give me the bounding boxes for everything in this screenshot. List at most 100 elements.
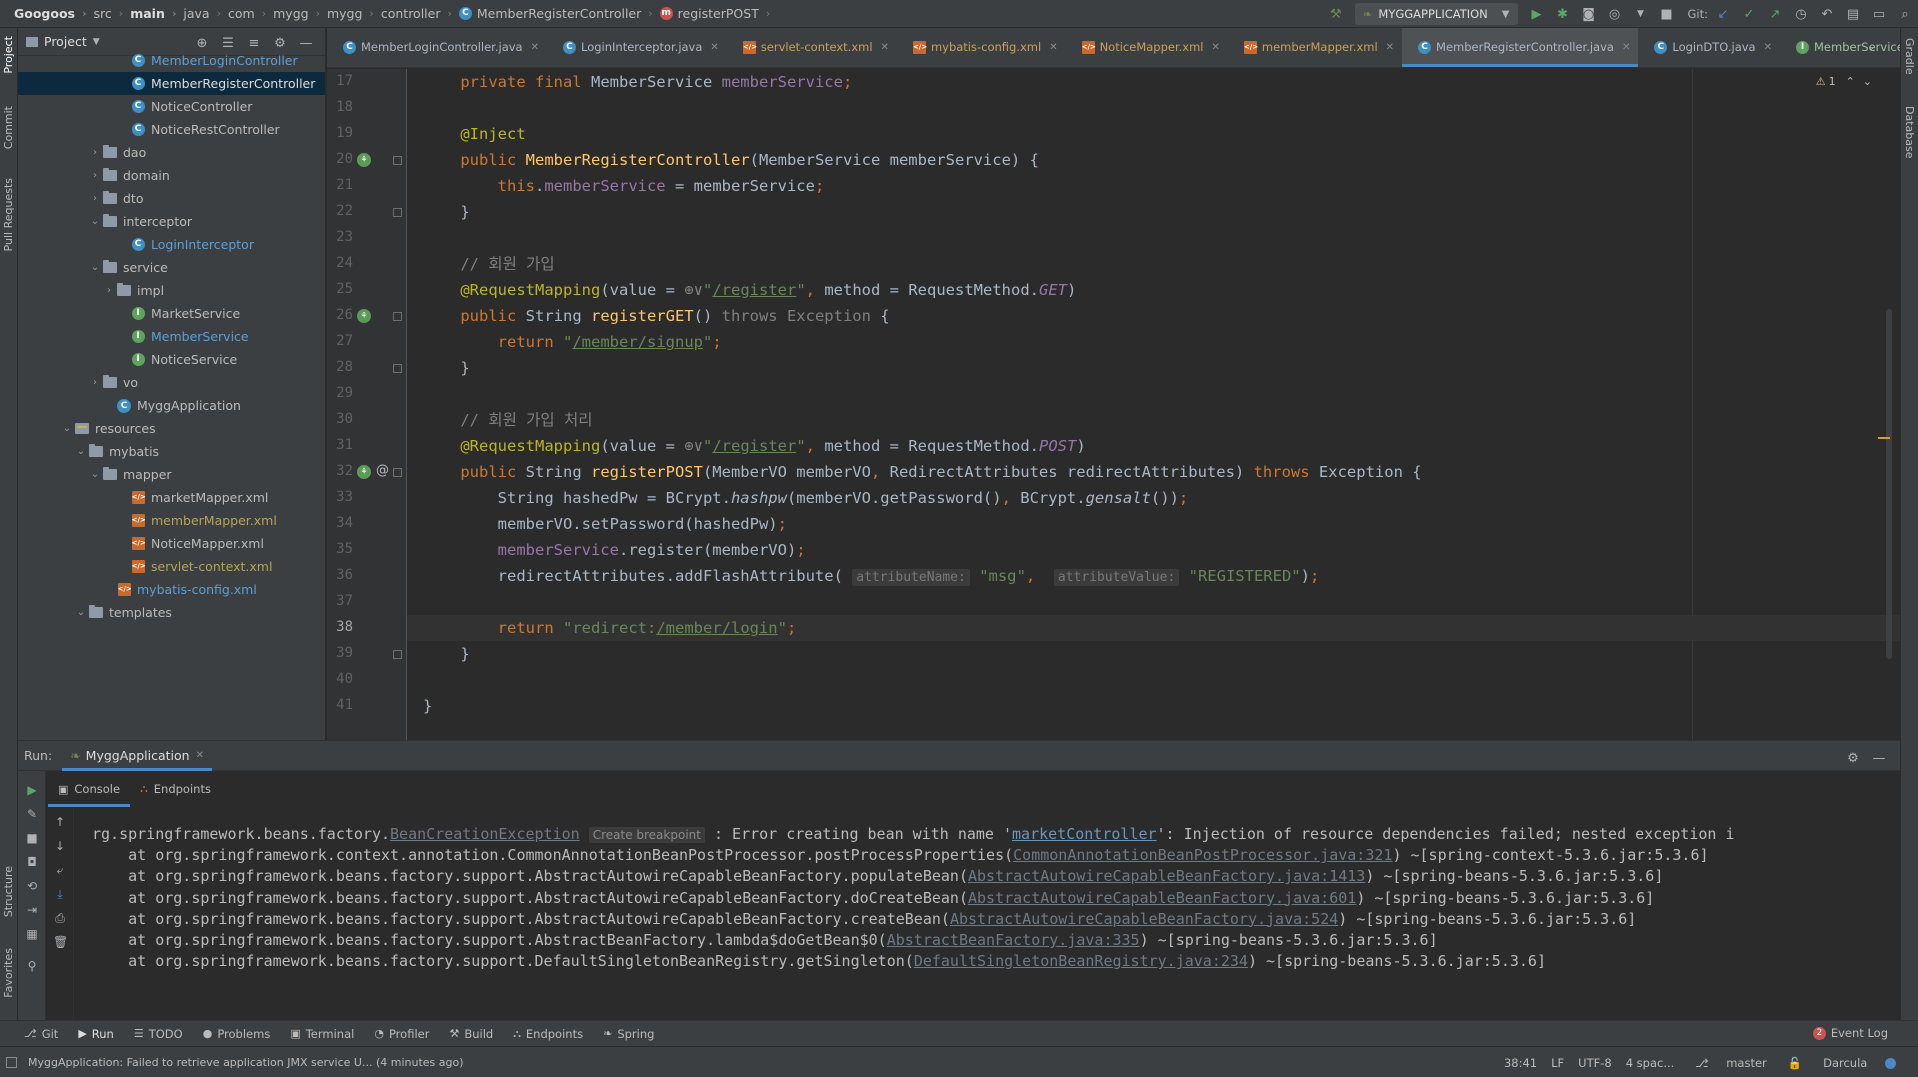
close-icon[interactable]: ✕ bbox=[710, 42, 718, 53]
profile-icon[interactable]: ◎ bbox=[1604, 3, 1626, 25]
code-line[interactable]: } bbox=[407, 355, 1900, 381]
stop-icon[interactable]: ■ bbox=[1656, 3, 1678, 25]
fold-toggle-icon[interactable] bbox=[393, 156, 402, 165]
tree-item[interactable]: I MarketService bbox=[18, 302, 325, 325]
breadcrumb-item[interactable]: main › bbox=[130, 6, 183, 21]
console-output[interactable]: rg.springframework.beans.factory.BeanCre… bbox=[74, 807, 1900, 1031]
spring-bean-icon[interactable]: ⚘ bbox=[357, 309, 371, 323]
debug-icon[interactable]: ✱ bbox=[1552, 3, 1574, 25]
tree-item[interactable]: C MyggApplication bbox=[18, 394, 325, 417]
tree-item[interactable]: › vo bbox=[18, 371, 325, 394]
wrench-icon[interactable]: ✎ bbox=[25, 807, 39, 821]
code-line[interactable]: return "/member/signup"; bbox=[407, 329, 1900, 355]
history-icon[interactable]: ◷ bbox=[1790, 3, 1812, 25]
breadcrumb-item[interactable]: mygg › bbox=[273, 6, 327, 21]
code-line[interactable]: // 회원 가입 처리 bbox=[407, 407, 1900, 433]
structure-tool-tab[interactable]: Structure bbox=[2, 866, 15, 917]
status-message[interactable]: MyggApplication: Failed to retrieve appl… bbox=[28, 1056, 464, 1069]
close-icon[interactable]: ✕ bbox=[1386, 42, 1394, 53]
trash-icon[interactable]: 🗑 bbox=[53, 935, 68, 949]
breadcrumb-item[interactable]: Googoos › bbox=[14, 6, 94, 21]
code-line[interactable]: public String registerPOST(MemberVO memb… bbox=[407, 459, 1900, 485]
gradle-tool-tab[interactable]: Gradle bbox=[1903, 38, 1916, 75]
git-push-icon[interactable]: ↗ bbox=[1764, 3, 1786, 25]
breadcrumb-item[interactable]: controller › bbox=[381, 6, 459, 21]
tree-item[interactable]: </> NoticeMapper.xml bbox=[18, 532, 325, 555]
close-icon[interactable]: ✕ bbox=[1622, 42, 1630, 53]
event-log-button[interactable]: 2 Event Log bbox=[1812, 1026, 1888, 1040]
tree-item[interactable]: </> marketMapper.xml bbox=[18, 486, 325, 509]
code-line[interactable]: @RequestMapping(value = ⊕∨"/register", m… bbox=[407, 277, 1900, 303]
tool-window-git[interactable]: ⎇ Git bbox=[24, 1027, 58, 1041]
editor-tab[interactable]: </> mybatis-config.xml ✕ bbox=[897, 28, 1066, 67]
git-commit-icon[interactable]: ✓ bbox=[1738, 3, 1760, 25]
code-line[interactable] bbox=[407, 667, 1900, 693]
code-line[interactable]: } bbox=[407, 641, 1900, 667]
code-line[interactable]: // 회원 가입 bbox=[407, 251, 1900, 277]
pin-icon[interactable]: ⚲ bbox=[25, 959, 39, 973]
chevron-down-icon[interactable]: ⌄ bbox=[74, 446, 88, 457]
tree-item[interactable]: C MemberRegisterController bbox=[18, 72, 325, 95]
breadcrumb-item[interactable]: mygg › bbox=[327, 6, 381, 21]
breadcrumb-item[interactable]: java › bbox=[183, 6, 228, 21]
code-line[interactable]: memberVO.setPassword(hashedPw); bbox=[407, 511, 1900, 537]
print-icon[interactable]: ⎙ bbox=[53, 911, 67, 925]
code-line[interactable] bbox=[407, 381, 1900, 407]
editor-tab[interactable]: IMemberService.java✕ bbox=[1780, 28, 1900, 67]
editor-tab[interactable]: C MemberLoginController.java ✕ bbox=[327, 28, 547, 67]
chevron-right-icon[interactable]: › bbox=[88, 377, 102, 388]
scroll-down-icon[interactable]: ↓ bbox=[53, 839, 67, 853]
inspection-widget[interactable]: ⚠ 1 ⌃ ⌄ bbox=[1816, 75, 1872, 88]
chevron-down-icon[interactable]: ⌄ bbox=[88, 262, 102, 273]
hide-panel-icon[interactable]: — bbox=[1868, 747, 1890, 769]
code-line[interactable]: } bbox=[407, 199, 1900, 225]
close-icon[interactable]: ✕ bbox=[1049, 42, 1057, 53]
tree-item[interactable]: C NoticeRestController bbox=[18, 118, 325, 141]
tree-item[interactable]: I MemberService bbox=[18, 325, 325, 348]
more-run-options-icon[interactable]: ▼ bbox=[1630, 3, 1652, 25]
editor-tab[interactable]: </> servlet-context.xml ✕ bbox=[727, 28, 897, 67]
favorites-tool-tab[interactable]: Favorites bbox=[2, 948, 15, 998]
project-panel-title[interactable]: Project bbox=[44, 34, 87, 49]
database-tool-tab[interactable]: Database bbox=[1903, 106, 1916, 159]
tree-item[interactable]: C LoginInterceptor bbox=[18, 233, 325, 256]
editor-tab[interactable]: </> memberMapper.xml ✕ bbox=[1228, 28, 1402, 67]
tree-item[interactable]: › dto bbox=[18, 187, 325, 210]
code-line[interactable] bbox=[407, 225, 1900, 251]
tool-window-run[interactable]: ▶ Run bbox=[78, 1027, 114, 1041]
tree-item[interactable]: ⌄ templates bbox=[18, 601, 325, 624]
fold-toggle-icon[interactable] bbox=[393, 468, 402, 477]
soft-wrap-icon[interactable]: ⤶ bbox=[53, 863, 67, 877]
tree-item[interactable]: ⌄ resources bbox=[18, 417, 325, 440]
chevron-right-icon[interactable]: › bbox=[88, 170, 102, 181]
tree-item[interactable]: C MemberLoginController bbox=[18, 49, 325, 72]
code-line[interactable]: return "redirect:/member/login"; bbox=[407, 615, 1900, 641]
rerun-icon[interactable]: ▶ bbox=[25, 783, 39, 797]
spring-bean-icon[interactable]: ⚘ bbox=[357, 465, 371, 479]
tree-item[interactable]: ⌄ mybatis bbox=[18, 440, 325, 463]
show-hidden-tabs-icon[interactable]: ⌄ bbox=[1867, 40, 1876, 53]
gear-icon[interactable]: ⚙ bbox=[1842, 747, 1864, 769]
close-icon[interactable]: ✕ bbox=[1764, 42, 1772, 53]
tool-window-build[interactable]: ⚒ Build bbox=[449, 1027, 493, 1041]
tool-window-problems[interactable]: ● Problems bbox=[203, 1027, 271, 1041]
request-mapping-icon[interactable]: @ bbox=[376, 463, 389, 478]
close-icon[interactable]: ✕ bbox=[881, 42, 889, 53]
tree-item[interactable]: › impl bbox=[18, 279, 325, 302]
close-icon[interactable]: ✕ bbox=[1212, 42, 1220, 53]
tree-item[interactable]: </> mybatis-config.xml bbox=[18, 578, 325, 601]
fold-toggle-icon[interactable] bbox=[393, 364, 402, 373]
exit-icon[interactable]: ⇥ bbox=[25, 903, 39, 917]
project-structure-icon[interactable]: ▤ bbox=[1842, 3, 1864, 25]
code-line[interactable]: this.memberService = memberService; bbox=[407, 173, 1900, 199]
indent-setting[interactable]: 4 spac... bbox=[1626, 1056, 1675, 1070]
code-line[interactable]: } bbox=[407, 693, 1900, 719]
tool-window-profiler[interactable]: ◔ Profiler bbox=[374, 1027, 429, 1041]
editor-scrollbar[interactable] bbox=[1886, 309, 1892, 659]
fold-toggle-icon[interactable] bbox=[393, 312, 402, 321]
chevron-down-icon[interactable]: ▼ bbox=[93, 37, 100, 47]
tool-window-todo[interactable]: ☰ TODO bbox=[134, 1027, 183, 1041]
git-update-icon[interactable]: ↙ bbox=[1712, 3, 1734, 25]
code-editor[interactable]: 17 18 19 20 ⚘ 21 22 23 24 25 26 ⚘ 27 28 29 30 31 32 ⚘ @33 34… bbox=[327, 69, 1900, 740]
tool-window-spring[interactable]: ❧ Spring bbox=[603, 1027, 654, 1041]
